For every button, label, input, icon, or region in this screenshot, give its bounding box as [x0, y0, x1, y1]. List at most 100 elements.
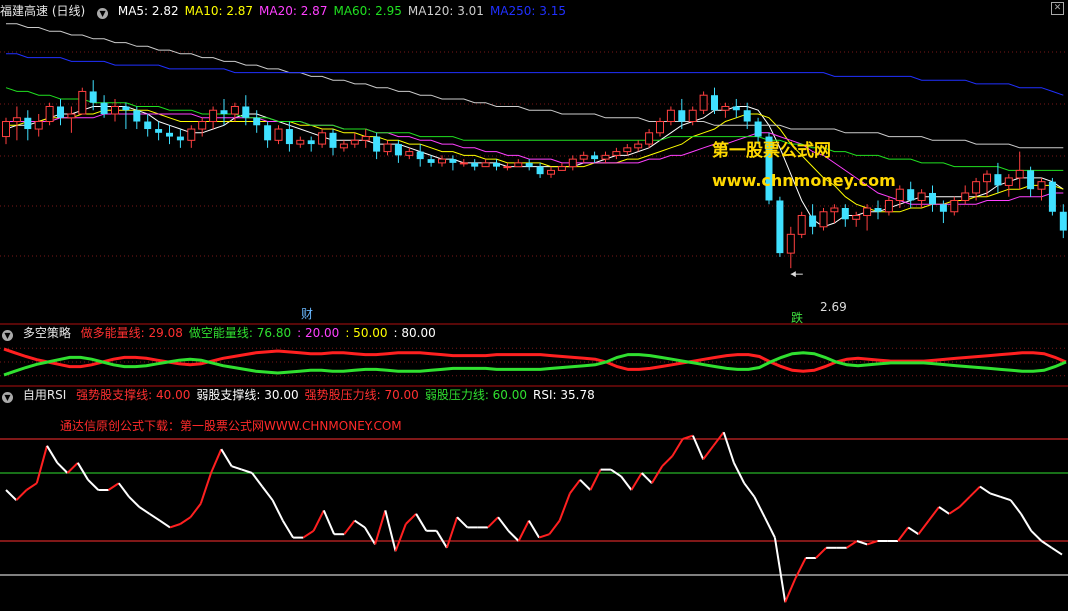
rsi-segment	[948, 506, 961, 515]
candle	[122, 102, 130, 130]
candle	[699, 91, 708, 114]
energy-panel[interactable]: ▼ 多空策略 做多能量线: 29.08 做空能量线: 76.80: 20.00: …	[0, 325, 1068, 387]
main-chart-panel[interactable]: 福建高速 (日线) ▼ MA5: 2.82 MA10: 2.87 MA20: 2.8…	[0, 0, 1068, 325]
rsi-segment	[846, 540, 858, 549]
rsi-segment	[312, 509, 325, 532]
candle	[307, 136, 315, 152]
rsi-segment	[651, 465, 664, 484]
rsi-segment	[517, 520, 530, 542]
candle	[24, 110, 32, 141]
rsi-segment	[763, 516, 776, 539]
candle	[525, 159, 533, 171]
rsi-segment	[528, 520, 540, 539]
rsi-segment	[1009, 499, 1022, 515]
candle	[2, 117, 10, 145]
candle	[983, 170, 991, 197]
rsi-segment	[579, 479, 592, 491]
rsi-segment	[25, 482, 38, 491]
rsi-panel[interactable]: ▼ 自用RSI 强势股支撑线: 40.00 弱股支撑线: 30.00 强势股压力线:…	[0, 387, 1068, 611]
candle	[209, 106, 218, 130]
rsi-segment	[917, 520, 930, 535]
candle	[797, 211, 806, 239]
candle	[449, 155, 457, 171]
candle	[819, 208, 828, 231]
rsi-segment	[671, 438, 684, 457]
candle	[176, 129, 184, 148]
candle	[350, 132, 359, 148]
rsi-segment	[179, 516, 192, 525]
rsi-segment	[620, 475, 633, 491]
rsi-segment	[538, 533, 550, 539]
event-tag-cai[interactable]: 财	[301, 305, 313, 322]
rsi-segment	[548, 520, 561, 535]
candle	[471, 159, 479, 171]
candle	[373, 132, 381, 160]
candle	[950, 196, 959, 216]
candle	[78, 87, 87, 115]
candle	[89, 80, 97, 111]
candle	[296, 136, 305, 148]
rsi-segment	[1051, 546, 1063, 556]
rsi-segment	[405, 513, 417, 525]
candle	[656, 117, 664, 137]
candle	[1048, 177, 1056, 216]
rsi-segment	[640, 472, 653, 484]
rsi-segment	[722, 431, 735, 464]
rsi-segment	[487, 516, 499, 529]
candle	[601, 151, 610, 163]
candle	[361, 129, 370, 148]
candle	[57, 98, 64, 126]
rsi-segment	[189, 502, 202, 518]
candle	[187, 125, 196, 148]
candle	[329, 129, 337, 156]
rsi-segment	[76, 462, 89, 481]
candle	[144, 114, 152, 137]
rsi-segment	[281, 520, 294, 539]
rsi-segment	[159, 519, 171, 529]
candle	[34, 114, 43, 137]
candle	[438, 155, 446, 167]
candle	[405, 147, 414, 160]
rsi-segment	[271, 499, 284, 522]
candle	[786, 226, 795, 269]
candle	[1027, 166, 1035, 197]
rsi-segment	[702, 445, 715, 461]
watermark-title: 第一股票公式网	[712, 141, 831, 161]
rsi-segment	[927, 506, 940, 522]
candle	[568, 155, 577, 171]
rsi-segment	[661, 455, 674, 467]
rsi-segment	[354, 519, 366, 529]
candle	[427, 155, 435, 167]
candle	[536, 162, 544, 178]
rsi-segment	[363, 526, 376, 545]
low-price-label: 2.69	[820, 300, 847, 314]
candlestick-chart[interactable]	[0, 0, 1068, 325]
rsi-segment	[148, 512, 161, 522]
candle	[383, 140, 392, 156]
rsi-segment	[856, 540, 868, 546]
rsi-segment	[630, 472, 643, 491]
rsi-segment	[261, 485, 274, 501]
rsi-segment	[866, 540, 878, 546]
event-tag-die[interactable]: 跌	[791, 309, 803, 326]
candle	[459, 159, 468, 167]
candle	[809, 204, 817, 235]
candle	[514, 159, 523, 168]
energy-line-long	[3, 347, 1067, 373]
candle	[579, 151, 588, 163]
rsi-segment	[199, 472, 212, 504]
candle	[612, 147, 621, 160]
rsi-segment	[87, 479, 100, 491]
rsi-segment	[938, 506, 950, 515]
rsi-segment	[1020, 513, 1033, 532]
rsi-segment	[445, 516, 459, 549]
rsi-segment	[682, 434, 694, 440]
ma-line-ma5	[5, 106, 1064, 228]
candle	[547, 166, 555, 178]
candle	[274, 125, 283, 145]
rsi-segment	[231, 465, 243, 471]
energy-chart[interactable]	[0, 325, 1068, 387]
candle	[264, 121, 272, 148]
rsi-segment	[1030, 530, 1043, 542]
candle	[242, 95, 250, 126]
